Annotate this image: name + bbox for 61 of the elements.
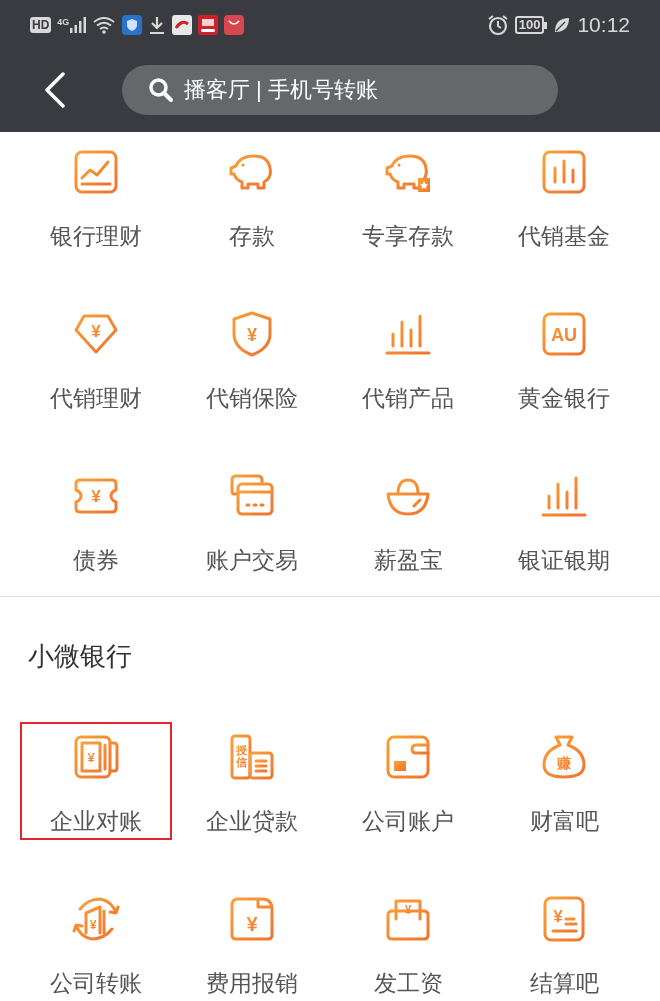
menu-label: 银证银期 <box>518 546 610 575</box>
line-chart-icon <box>72 148 120 196</box>
menu-item[interactable]: 赚 财富吧 <box>488 722 640 840</box>
menu-label: 银行理财 <box>50 222 142 251</box>
menu-item[interactable]: ¥ 代销保险 <box>176 299 328 417</box>
menu-item[interactable]: ¥ 费用报销 <box>176 884 328 1001</box>
alarm-icon <box>486 14 509 36</box>
leaf-icon <box>553 16 572 34</box>
menu-item[interactable]: 公司账户 <box>332 722 484 840</box>
back-icon[interactable] <box>44 72 66 108</box>
menu-item[interactable]: ¥ 代销理财 <box>20 299 172 417</box>
menu-label: 债券 <box>73 546 119 575</box>
menu-label: 黄金银行 <box>518 384 610 413</box>
battery-level: 100 <box>514 16 545 34</box>
menu-label: 代销理财 <box>50 384 142 413</box>
search-field[interactable]: 播客厅 | 手机号转账 <box>122 65 558 115</box>
menu-item[interactable]: 存款 <box>176 137 328 255</box>
menu-label: 公司账户 <box>362 807 454 836</box>
search-icon <box>148 77 174 103</box>
menu-item[interactable]: ¥ 债券 <box>20 461 172 579</box>
menu-label: 代销保险 <box>206 384 298 413</box>
menu-item[interactable]: ¥ 企业对账 <box>20 722 172 840</box>
app-icon <box>224 15 245 35</box>
shield-app-icon <box>122 15 143 35</box>
menu-label: 存款 <box>229 222 275 251</box>
download-icon <box>148 15 167 35</box>
menu-item[interactable]: 代销基金 <box>488 137 640 255</box>
menu-label: 费用报销 <box>206 969 298 998</box>
menu-label: 结算吧 <box>529 969 599 998</box>
menu-item[interactable]: AU 黄金银行 <box>488 299 640 417</box>
app-icon <box>172 15 193 35</box>
menu-label: 企业对账 <box>50 807 142 836</box>
menu-label: 代销基金 <box>518 222 610 251</box>
wifi-icon <box>92 16 117 34</box>
menu-label: 专享存款 <box>362 222 454 251</box>
menu-label: 发工资 <box>373 969 443 998</box>
menu-label: 企业贷款 <box>206 807 298 836</box>
menu-label: 账户交易 <box>206 546 298 575</box>
menu-item[interactable]: 薪盈宝 <box>332 461 484 579</box>
menu-item[interactable]: 银证银期 <box>488 461 640 579</box>
menu-label: 薪盈宝 <box>373 546 443 575</box>
clock-time: 10:12 <box>577 13 630 37</box>
hd-badge: HD <box>30 17 52 33</box>
wallet-icon <box>384 733 432 781</box>
badge-icon: AU <box>540 310 588 358</box>
section-title: 小微银行 <box>27 640 133 673</box>
menu-item[interactable]: 代销产品 <box>332 299 484 417</box>
network-label: 4G <box>57 17 70 27</box>
menu-item[interactable]: 账户交易 <box>176 461 328 579</box>
menu-item[interactable]: 授信 企业贷款 <box>176 722 328 840</box>
menu-item[interactable]: 银行理财 <box>20 137 172 255</box>
menu-item[interactable]: ¥ 公司转账 <box>20 884 172 1001</box>
menu-label: 公司转账 <box>50 969 142 998</box>
menu-item[interactable]: 专享存款 <box>332 137 484 255</box>
money-bag-icon: 赚 <box>540 733 588 781</box>
app-icon <box>198 15 219 35</box>
menu-item[interactable]: ¥ 结算吧 <box>488 884 640 1001</box>
menu-label: 代销产品 <box>362 384 454 413</box>
signal-icon <box>70 17 87 33</box>
menu-label: 财富吧 <box>529 807 599 836</box>
bar-chart-icon <box>540 148 588 196</box>
